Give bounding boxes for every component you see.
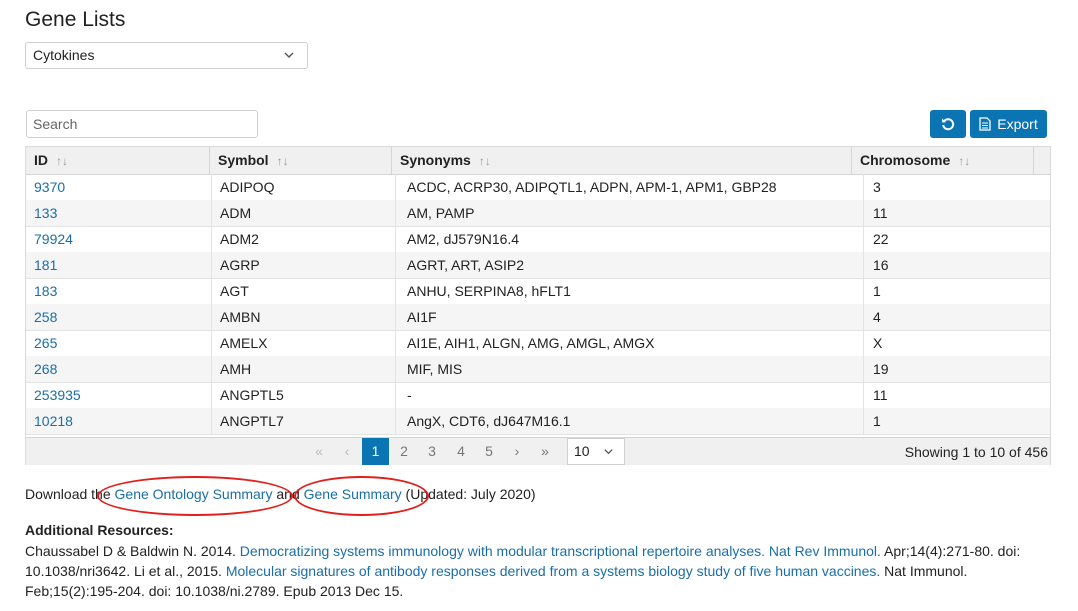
- sort-icon: ↑↓: [56, 154, 68, 168]
- gene-id-link[interactable]: 133: [34, 205, 57, 221]
- table-row: 183 AGT ANHU, SERPINA8, hFLT1 1: [26, 278, 1050, 305]
- pagination-bar: « ‹ 1 2 3 4 5 › » 10 Showing 1 to 10 of …: [26, 437, 1050, 465]
- table-row: 181 AGRP AGRT, ART, ASIP2 16: [26, 252, 1050, 279]
- refresh-icon: [942, 118, 955, 131]
- symbol-cell: AMH: [212, 356, 396, 382]
- synonyms-cell: AngX, CDT6, dJ647M16.1: [398, 408, 864, 434]
- synonyms-cell: AI1E, AIH1, ALGN, AMG, AMGL, AMGX: [398, 330, 864, 356]
- resources-title: Additional Resources:: [25, 522, 174, 538]
- table-row: 253935 ANGPTL5 - 11: [26, 382, 1050, 409]
- synonyms-cell: AM, PAMP: [398, 200, 864, 226]
- page-button-4[interactable]: 4: [451, 438, 471, 465]
- column-header-synonyms[interactable]: Synonyms ↑↓: [392, 147, 852, 174]
- next-page-button[interactable]: ›: [507, 438, 527, 465]
- synonyms-cell: AM2, dJ579N16.4: [398, 226, 864, 252]
- chromosome-cell: 11: [873, 387, 888, 403]
- export-button[interactable]: Export: [970, 110, 1047, 138]
- download-prefix: Download the: [25, 486, 115, 502]
- page-button-2[interactable]: 2: [394, 438, 414, 465]
- prev-page-button[interactable]: ‹: [337, 438, 357, 465]
- sort-icon: ↑↓: [958, 154, 971, 168]
- chromosome-cell: 3: [873, 179, 881, 195]
- gene-id-link[interactable]: 268: [34, 361, 57, 377]
- reference-text: Chaussabel D & Baldwin N. 2014.: [25, 543, 240, 559]
- gene-id-link[interactable]: 258: [34, 309, 57, 325]
- synonyms-cell: ANHU, SERPINA8, hFLT1: [398, 278, 864, 304]
- download-middle: and: [272, 486, 304, 502]
- symbol-cell: AGRP: [212, 252, 396, 278]
- chevron-down-icon: [284, 52, 294, 58]
- synonyms-cell: AI1F: [398, 304, 864, 330]
- chromosome-cell: 22: [873, 231, 889, 247]
- synonyms-cell: ACDC, ACRP30, ADIPQTL1, ADPN, APM-1, APM…: [398, 174, 864, 200]
- scrollbar-gutter: [1034, 147, 1050, 175]
- page-size-value: 10: [574, 443, 590, 459]
- chromosome-cell: 1: [873, 283, 881, 299]
- table-row: 9370 ADIPOQ ACDC, ACRP30, ADIPQTL1, ADPN…: [26, 174, 1050, 201]
- chromosome-cell: 11: [873, 205, 888, 221]
- synonyms-cell: -: [398, 382, 864, 408]
- table-row: 79924 ADM2 AM2, dJ579N16.4 22: [26, 226, 1050, 253]
- page-button-3[interactable]: 3: [422, 438, 442, 465]
- page-button-1[interactable]: 1: [362, 438, 389, 465]
- table-row: 10218 ANGPTL7 AngX, CDT6, dJ647M16.1 1: [26, 408, 1050, 435]
- reset-button[interactable]: [930, 110, 966, 138]
- table-row: 133 ADM AM, PAMP 11: [26, 200, 1050, 227]
- last-page-button[interactable]: »: [535, 438, 555, 465]
- chevron-down-icon: [604, 449, 613, 455]
- gene-id-link[interactable]: 183: [34, 283, 57, 299]
- resources-text: Chaussabel D & Baldwin N. 2014. Democrat…: [25, 541, 1055, 601]
- symbol-cell: ADM2: [212, 226, 396, 252]
- page-title: Gene Lists: [25, 8, 126, 31]
- chromosome-cell: 1: [873, 413, 881, 429]
- chromosome-cell: 19: [873, 361, 889, 377]
- search-input[interactable]: [26, 110, 258, 138]
- gene-summary-link[interactable]: Gene Summary: [304, 486, 402, 502]
- reference-link[interactable]: Democratizing systems immunology with mo…: [240, 543, 881, 559]
- gene-list-select[interactable]: Cytokines: [25, 42, 308, 69]
- symbol-cell: AMELX: [212, 330, 396, 356]
- gene-id-link[interactable]: 181: [34, 257, 57, 273]
- symbol-cell: AGT: [212, 278, 396, 304]
- reference-link[interactable]: Molecular signatures of antibody respons…: [226, 563, 880, 579]
- table-row: 268 AMH MIF, MIS 19: [26, 356, 1050, 383]
- gene-table: ID ↑↓ Symbol ↑↓ Synonyms ↑↓ Chromosome ↑↓ 93…: [25, 146, 1051, 465]
- sort-icon: ↑↓: [276, 154, 289, 168]
- column-header-chromosome[interactable]: Chromosome ↑↓: [852, 147, 1034, 174]
- showing-count: Showing 1 to 10 of 456: [904, 444, 1048, 460]
- document-icon: [979, 117, 991, 131]
- synonyms-cell: MIF, MIS: [398, 356, 864, 382]
- symbol-cell: AMBN: [212, 304, 396, 330]
- symbol-cell: ANGPTL5: [212, 382, 396, 408]
- chromosome-cell: X: [873, 335, 883, 351]
- symbol-cell: ADIPOQ: [212, 174, 396, 200]
- gene-ontology-summary-link[interactable]: Gene Ontology Summary: [115, 486, 273, 502]
- gene-list-select-value: Cytokines: [33, 47, 95, 63]
- gene-id-link[interactable]: 10218: [34, 413, 73, 429]
- symbol-cell: ANGPTL7: [212, 408, 396, 434]
- sort-icon: ↑↓: [478, 154, 491, 168]
- export-label: Export: [997, 116, 1038, 132]
- column-header-id[interactable]: ID ↑↓: [26, 147, 210, 174]
- gene-id-link[interactable]: 265: [34, 335, 57, 351]
- column-header-symbol[interactable]: Symbol ↑↓: [210, 147, 392, 174]
- first-page-button[interactable]: «: [309, 438, 329, 465]
- chromosome-cell: 16: [873, 257, 889, 273]
- synonyms-cell: AGRT, ART, ASIP2: [398, 252, 864, 278]
- gene-id-link[interactable]: 79924: [34, 231, 73, 247]
- table-row: 265 AMELX AI1E, AIH1, ALGN, AMG, AMGL, A…: [26, 330, 1050, 357]
- gene-id-link[interactable]: 253935: [34, 387, 81, 403]
- page-size-select[interactable]: 10: [567, 438, 625, 465]
- table-header: ID ↑↓ Symbol ↑↓ Synonyms ↑↓ Chromosome ↑↓: [26, 147, 1034, 175]
- chromosome-cell: 4: [873, 309, 881, 325]
- symbol-cell: ADM: [212, 200, 396, 226]
- page-button-5[interactable]: 5: [479, 438, 499, 465]
- gene-id-link[interactable]: 9370: [34, 179, 65, 195]
- download-line: Download the Gene Ontology Summary and G…: [25, 486, 536, 502]
- table-row: 258 AMBN AI1F 4: [26, 304, 1050, 331]
- download-suffix: (Updated: July 2020): [401, 486, 536, 502]
